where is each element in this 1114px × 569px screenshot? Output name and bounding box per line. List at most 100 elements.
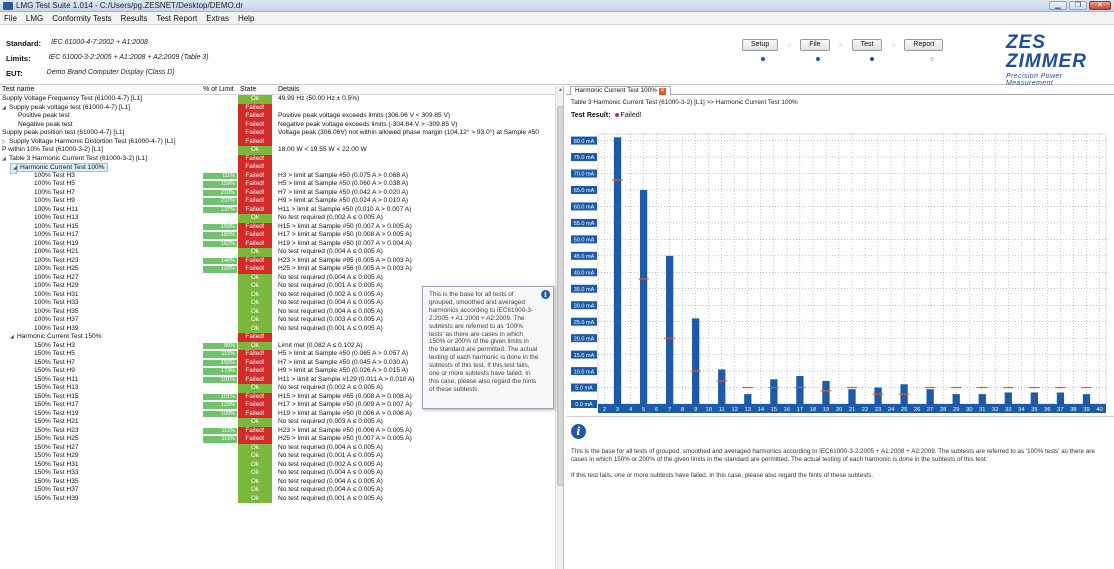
file-button[interactable]: File — [800, 39, 830, 51]
test-name-label: 150% Test H33 — [34, 469, 79, 476]
tree-row[interactable]: 150% Test H19 100% Failed! H19 > limit at S… — [0, 409, 554, 418]
close-tab-icon[interactable]: ✕ — [658, 87, 666, 95]
test-details: H5 > limit at Sample #50 (0.060 A > 0.03… — [278, 180, 409, 187]
test-details: No test required (0.004 A ≤ 0.005 A) — [278, 469, 383, 476]
report-status-dot — [930, 57, 934, 61]
test-name-label: 100% Test H9 — [34, 197, 75, 204]
state-badge: Failed! — [238, 180, 272, 189]
state-badge: Failed! — [238, 392, 272, 401]
col-test-name[interactable]: Test name — [2, 86, 34, 93]
tree-row[interactable]: 100% Test H23 148% Failed! H23 > limit at S… — [0, 256, 554, 265]
tree-row[interactable]: 150% Test H31 Ok No test required (0.002 A… — [0, 460, 554, 469]
x-tick-label: 29 — [953, 407, 959, 413]
x-tick-label: 26 — [914, 407, 920, 413]
harmonic-chart: 0.0 mA 5.0 mA 10.0 mA 15.0 mA 20.0 mA 25.0 mA… — [570, 130, 1114, 416]
tree-row[interactable]: ◢ Table 3 Harmonic Current Test (61000-3-… — [0, 154, 554, 164]
menu-file[interactable]: File — [4, 14, 17, 23]
test-name-label: 100% Test H29 — [34, 282, 79, 289]
state-badge: Failed! — [238, 401, 272, 410]
test-button[interactable]: Test — [851, 39, 883, 51]
tree-row[interactable]: 150% Test H25 112% Failed! H25 > limit at S… — [0, 435, 554, 444]
setup-button[interactable]: Setup — [742, 39, 779, 51]
tree-row[interactable]: 150% Test H37 Ok No test required (0.004 A… — [0, 486, 554, 495]
tree-row[interactable]: 100% Test H11 137% Failed! H11 > limit at S… — [0, 205, 554, 214]
test-name-label: 100% Test H27 — [34, 273, 79, 281]
tab-bar: Harmonic Current Test 100% ✕ — [566, 86, 1114, 95]
close-button[interactable]: ✕ — [1089, 1, 1111, 10]
col-state[interactable]: State — [240, 86, 256, 93]
tree-row[interactable]: 150% Test H29 Ok No test required (0.001 A… — [0, 452, 554, 461]
tree-row[interactable]: Negative peak test Failed! Negative peak v… — [0, 120, 554, 129]
tree-row[interactable]: 100% Test H7 210% Failed! H7 > limit at Sam… — [0, 188, 554, 197]
test-details: H7 > limit at Sample #50 (0.045 A > 0.03… — [278, 358, 409, 366]
state-badge: Ok — [238, 307, 272, 316]
state-badge: Ok — [238, 443, 272, 452]
tree-row[interactable]: 100% Test H17 183% Failed! H17 > limit at S… — [0, 231, 554, 240]
logo-text: ZES ZIMMER — [1006, 32, 1087, 72]
test-name-label: 150% Test H23 — [34, 426, 79, 434]
col-percent-of-limit[interactable]: % of Limit — [203, 86, 234, 93]
tree-row[interactable]: Positive peak test Failed! Positive peak v… — [0, 112, 554, 121]
tree-row[interactable]: 150% Test H35 Ok No test required (0.004 A… — [0, 477, 554, 486]
test-details: No test required (0.004 A ≤ 0.005 A) — [278, 299, 383, 306]
tab-harmonic-current-100[interactable]: Harmonic Current Test 100% ✕ — [570, 86, 671, 95]
test-name-label: 150% Test H39 — [34, 494, 79, 502]
tree-row[interactable]: 100% Test H5 159% Failed! H5 > limit at Sam… — [0, 180, 554, 189]
scroll-up-icon[interactable]: ▲ — [557, 87, 563, 94]
tree-scrollbar[interactable]: ▲ — [555, 86, 563, 569]
tree-row[interactable]: 150% Test H33 Ok No test required (0.004 A… — [0, 469, 554, 478]
tree-row[interactable]: 150% Test H39 Ok No test required (0.001 A… — [0, 494, 554, 503]
harmonic-bar — [1004, 392, 1012, 404]
tree-row[interactable]: 100% Test H21 Ok No test required (0.004 A… — [0, 248, 554, 257]
tree-row[interactable]: 100% Test H19 162% Failed! H19 > limit at S… — [0, 239, 554, 248]
test-details: H9 > limit at Sample #50 (0.024 A > 0.01… — [278, 197, 409, 204]
test-details: H23 > limit at Sample #50 (0.006 A > 0.0… — [278, 426, 412, 434]
expand-icon[interactable]: ▷ — [2, 138, 9, 147]
step-arrow-icon: » — [891, 41, 896, 49]
tree-row[interactable]: P within 10% Test (61000-3-2) [L1] Ok 18.0… — [0, 146, 554, 155]
maximize-button[interactable]: ❐ — [1069, 1, 1087, 10]
y-tick-label: 65.0 mA — [574, 188, 595, 194]
scrollbar-thumb[interactable] — [557, 106, 563, 486]
collapse-icon[interactable]: ◢ — [10, 333, 17, 342]
col-details[interactable]: Details — [278, 86, 299, 93]
tree-row[interactable]: 100% Test H15 159% Failed! H15 > limit at S… — [0, 222, 554, 231]
menu-conformity-tests[interactable]: Conformity Tests — [52, 14, 111, 23]
test-details: No test required (0.004 A ≤ 0.005 A) — [278, 477, 383, 485]
test-details: No test required (0.004 A ≤ 0.005 A) — [278, 248, 383, 255]
x-tick-label: 30 — [966, 407, 972, 413]
percent-of-limit-bar: 112% — [203, 427, 237, 434]
percent-of-limit-bar: 148% — [203, 257, 237, 264]
x-tick-label: 22 — [862, 407, 868, 413]
tree-row[interactable]: 100% Test H3 111% Failed! H3 > limit at Sam… — [0, 171, 554, 180]
tree-row[interactable]: 150% Test H27 Ok No test required (0.004 A… — [0, 443, 554, 452]
tree-row[interactable]: ◢ Harmonic Current Test 100% Failed! — [0, 163, 554, 174]
tree-row[interactable]: 100% Test H13 Ok No test required (0.002 A… — [0, 214, 554, 223]
x-tick-label: 23 — [875, 407, 881, 413]
collapse-icon[interactable]: ◢ — [2, 104, 9, 113]
state-badge: Failed! — [238, 350, 272, 359]
menu-lmg[interactable]: LMG — [26, 14, 43, 23]
tree-row[interactable]: 100% Test H27 Ok No test required (0.004 A… — [0, 273, 554, 282]
menu-help[interactable]: Help — [238, 14, 254, 23]
minimize-button[interactable]: ▁ — [1049, 1, 1067, 10]
test-name: 100% Test H35 — [0, 308, 205, 317]
report-button[interactable]: Report — [904, 39, 944, 51]
menu-extras[interactable]: Extras — [206, 14, 229, 23]
menu-results[interactable]: Results — [121, 14, 148, 23]
tree-row[interactable]: 150% Test H21 Ok No test required (0.003 A… — [0, 418, 554, 427]
tree-row[interactable]: 100% Test H25 168% Failed! H25 > limit at S… — [0, 265, 554, 274]
tree-row[interactable]: 150% Test H23 112% Failed! H23 > limit at S… — [0, 426, 554, 435]
test-name-label: 100% Test H31 — [34, 290, 79, 298]
test-name: Supply Voltage Frequency Test (61000-4-7… — [0, 95, 205, 104]
collapse-icon[interactable]: ◢ — [2, 155, 9, 164]
tree-row[interactable]: ◢ Supply peak voltage test (61000-4-7) [L… — [0, 103, 554, 113]
test-details: H11 > limit at Sample #129 (0.011 A > 0.… — [278, 375, 415, 383]
tree-row[interactable]: 100% Test H9 237% Failed! H9 > limit at Sam… — [0, 197, 554, 206]
tree-row[interactable]: ▷ Supply Voltage Harmonic Distortion Test… — [0, 137, 554, 147]
test-name-label: Supply Voltage Frequency Test (61000-4-7… — [2, 95, 142, 102]
tree-row[interactable]: Supply peak position test (61000-4-7) [L… — [0, 129, 554, 138]
tree-row[interactable]: Supply Voltage Frequency Test (61000-4-7… — [0, 95, 554, 104]
test-name-label: Negative peak test — [18, 120, 73, 128]
menu-test-report[interactable]: Test Report — [156, 14, 197, 23]
